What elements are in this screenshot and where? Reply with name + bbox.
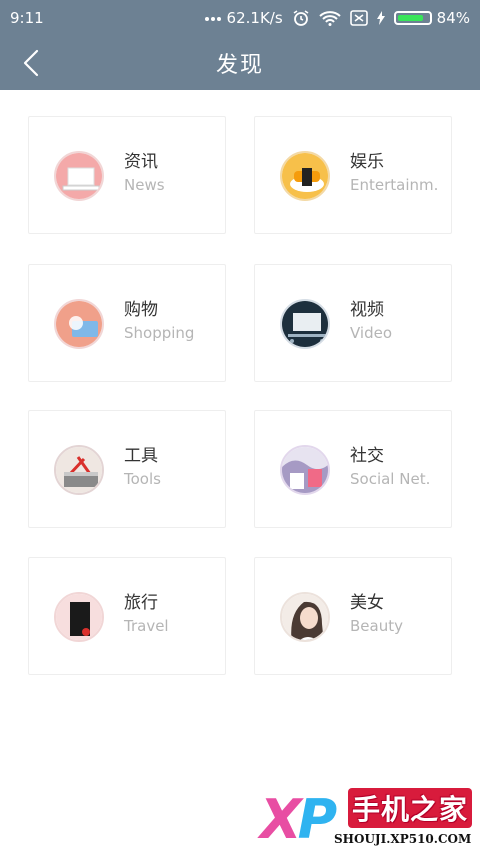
watermark-url: SHOUJI.XP510.COM xyxy=(334,832,472,846)
title-bar: 发现 xyxy=(0,36,480,90)
category-news[interactable]: 资讯 News xyxy=(28,116,226,234)
status-icons: 62.1K/s 84% xyxy=(204,9,470,27)
status-bar: 9:11 62.1K/s 84% xyxy=(0,0,480,36)
category-tools[interactable]: 工具 Tools xyxy=(28,410,226,528)
category-label-cn: 资讯 xyxy=(124,152,158,172)
category-label-cn: 美女 xyxy=(350,593,384,613)
back-button[interactable] xyxy=(16,48,46,78)
category-label-en: Social Net. xyxy=(350,470,431,488)
category-label-cn: 工具 xyxy=(124,446,158,466)
category-label-en: Shopping xyxy=(124,324,195,342)
category-label-en: Video xyxy=(350,324,393,342)
category-label-en: News xyxy=(124,176,165,194)
travel-camera-icon xyxy=(54,592,104,642)
watermark-logo: XP 手机之家 SHOUJI.XP510.COM xyxy=(248,784,480,856)
category-label-cn: 购物 xyxy=(124,300,158,320)
category-video[interactable]: 视频 Video xyxy=(254,264,452,382)
news-laptop-icon xyxy=(54,151,104,201)
signal-dots-icon xyxy=(204,17,221,21)
charging-icon xyxy=(376,11,385,25)
category-social[interactable]: 社交 Social Net. xyxy=(254,410,452,528)
alarm-icon xyxy=(293,10,309,26)
category-label-en: Tools xyxy=(124,470,161,488)
chevron-left-icon xyxy=(23,49,39,77)
category-shopping[interactable]: 购物 Shopping xyxy=(28,264,226,382)
net-speed: 62.1K/s xyxy=(226,9,283,27)
tools-box-icon xyxy=(54,445,104,495)
shopping-card-icon xyxy=(54,299,104,349)
category-label-cn: 社交 xyxy=(350,446,384,466)
battery-fill xyxy=(397,15,423,21)
social-network-icon xyxy=(280,445,330,495)
watermark-xp: XP xyxy=(260,788,337,851)
category-grid: 资讯 News 娱乐 Entertainm. 购物 Shopping 视频 Vi… xyxy=(0,90,480,856)
page-title: 发现 xyxy=(215,53,264,78)
category-beauty[interactable]: 美女 Beauty xyxy=(254,557,452,675)
watermark-cn: 手机之家 xyxy=(348,788,473,828)
category-entertainment[interactable]: 娱乐 Entertainm. xyxy=(254,116,452,234)
category-label-en: Travel xyxy=(124,617,169,635)
sim-icon xyxy=(349,10,368,26)
entertainment-sushi-icon xyxy=(280,151,330,201)
wifi-icon xyxy=(318,11,341,26)
category-label-en: Beauty xyxy=(350,617,403,635)
category-label-cn: 视频 xyxy=(350,300,384,320)
status-time: 9:11 xyxy=(10,9,44,27)
category-label-en: Entertainm. xyxy=(350,176,439,194)
beauty-portrait-icon xyxy=(280,592,330,642)
category-label-cn: 旅行 xyxy=(124,593,158,613)
video-screen-icon xyxy=(280,299,330,349)
category-travel[interactable]: 旅行 Travel xyxy=(28,557,226,675)
battery-icon xyxy=(393,11,432,25)
category-label-cn: 娱乐 xyxy=(350,152,384,172)
battery-text: 84% xyxy=(436,9,470,27)
